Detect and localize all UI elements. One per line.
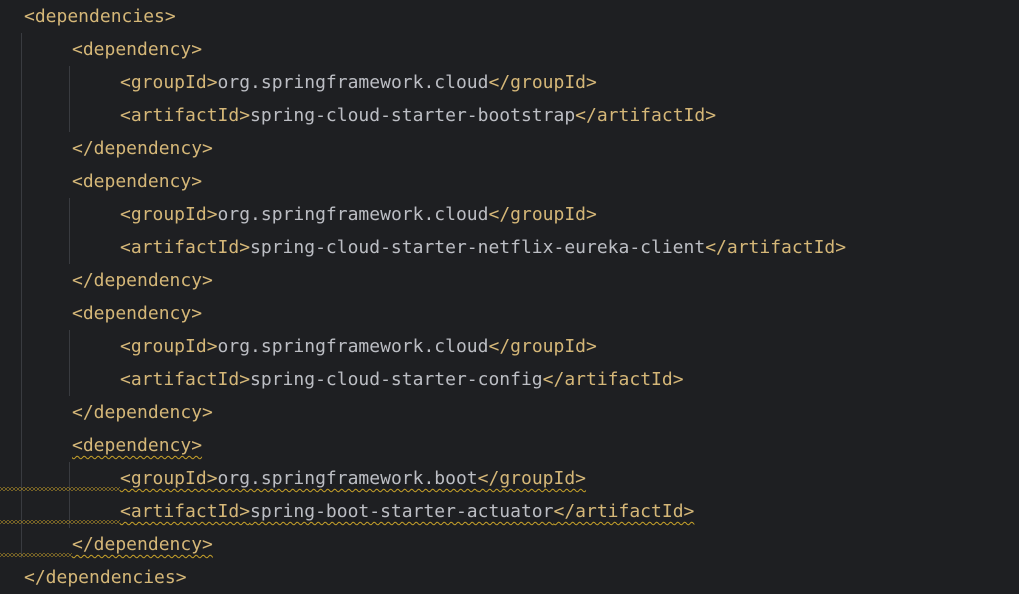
code-content: <dependency> (72, 171, 202, 192)
xml-close-tag: </artifactId> (575, 105, 717, 126)
indent-guide-dependencies (21, 33, 22, 558)
indent-guide-dependency-2 (69, 198, 70, 264)
code-content: <artifactId>spring-cloud-starter-netflix… (120, 237, 846, 258)
xml-open-tag: </dependency> (72, 270, 213, 291)
code-line[interactable]: <groupId>org.springframework.cloud</grou… (120, 66, 597, 99)
xml-close-tag: </artifactId> (542, 369, 684, 390)
xml-text-value: org.springframework.cloud (217, 336, 489, 357)
code-content: <groupId>org.springframework.cloud</grou… (120, 72, 597, 93)
code-content: </dependency> (72, 534, 213, 555)
code-content: </dependency> (72, 402, 213, 423)
code-content: <groupId>org.springframework.cloud</grou… (120, 204, 597, 225)
xml-close-tag: </artifactId> (705, 237, 847, 258)
warning-squiggle (0, 553, 72, 557)
code-line[interactable]: </dependency> (72, 264, 213, 297)
xml-open-tag: <dependencies> (24, 6, 176, 27)
code-content: </dependencies> (24, 567, 187, 588)
xml-text-value: spring-cloud-starter-config (250, 369, 543, 390)
code-content: <dependency> (72, 435, 202, 456)
code-line[interactable]: </dependency> (72, 528, 213, 561)
indent-guide-dependency-3 (69, 330, 70, 396)
code-content: <artifactId>spring-cloud-starter-bootstr… (120, 105, 716, 126)
code-content: <dependency> (72, 303, 202, 324)
code-line[interactable]: <dependency> (72, 165, 202, 198)
code-content: <dependency> (72, 39, 202, 60)
xml-open-tag: <dependency> (72, 171, 203, 192)
code-content: <groupId>org.springframework.boot</group… (120, 468, 586, 489)
xml-open-tag: <dependency> (72, 435, 203, 456)
xml-open-tag: <artifactId> (120, 369, 251, 390)
code-line[interactable]: <dependency> (72, 297, 202, 330)
warning-squiggle (0, 487, 120, 491)
xml-text-value: org.springframework.cloud (217, 72, 489, 93)
code-line[interactable]: </dependencies> (24, 561, 187, 594)
xml-close-tag: </groupId> (477, 468, 587, 489)
code-content: <groupId>org.springframework.cloud</grou… (120, 336, 597, 357)
indent-guide-dependency-4 (69, 462, 70, 528)
code-line[interactable]: <dependency> (72, 429, 202, 462)
code-line[interactable]: <groupId>org.springframework.cloud</grou… (120, 198, 597, 231)
indent-guide-dependency-1 (69, 66, 70, 132)
code-content: </dependency> (72, 138, 213, 159)
warning-squiggle (0, 520, 120, 524)
xml-open-tag: </dependencies> (24, 567, 187, 588)
xml-open-tag: <groupId> (120, 468, 218, 489)
code-line[interactable]: </dependency> (72, 132, 213, 165)
code-line[interactable]: <dependency> (72, 33, 202, 66)
code-content: <dependencies> (24, 6, 176, 27)
xml-open-tag: <artifactId> (120, 501, 251, 522)
xml-close-tag: </groupId> (488, 72, 597, 93)
code-content: <artifactId>spring-boot-starter-actuator… (120, 501, 694, 522)
xml-text-value: spring-cloud-starter-netflix-eureka-clie… (250, 237, 706, 258)
code-line[interactable]: <artifactId>spring-cloud-starter-netflix… (120, 231, 846, 264)
xml-close-tag: </groupId> (488, 204, 597, 225)
xml-open-tag: </dependency> (72, 402, 213, 423)
code-line[interactable]: <artifactId>spring-boot-starter-actuator… (120, 495, 694, 528)
xml-open-tag: <groupId> (120, 336, 218, 357)
code-line[interactable]: <dependencies> (24, 0, 176, 33)
xml-open-tag: <dependency> (72, 303, 203, 324)
xml-text-value: spring-cloud-starter-bootstrap (250, 105, 576, 126)
xml-open-tag: <groupId> (120, 72, 218, 93)
xml-open-tag: <dependency> (72, 39, 203, 60)
xml-close-tag: </groupId> (488, 336, 597, 357)
code-content: </dependency> (72, 270, 213, 291)
xml-text-value: org.springframework.boot (217, 468, 478, 489)
code-line[interactable]: </dependency> (72, 396, 213, 429)
xml-text-value: spring-boot-starter-actuator (250, 501, 554, 522)
code-line[interactable]: <artifactId>spring-cloud-starter-config<… (120, 363, 684, 396)
code-content: <artifactId>spring-cloud-starter-config<… (120, 369, 684, 390)
code-line[interactable]: <groupId>org.springframework.boot</group… (120, 462, 586, 495)
xml-close-tag: </artifactId> (553, 501, 695, 522)
xml-open-tag: </dependency> (72, 534, 213, 555)
xml-open-tag: <artifactId> (120, 237, 251, 258)
xml-open-tag: </dependency> (72, 138, 213, 159)
xml-open-tag: <artifactId> (120, 105, 251, 126)
code-line[interactable]: <artifactId>spring-cloud-starter-bootstr… (120, 99, 716, 132)
xml-text-value: org.springframework.cloud (217, 204, 489, 225)
code-editor[interactable]: <dependencies> <dependency> <groupId>org.s… (0, 0, 1019, 590)
xml-open-tag: <groupId> (120, 204, 218, 225)
code-line[interactable]: <groupId>org.springframework.cloud</grou… (120, 330, 597, 363)
